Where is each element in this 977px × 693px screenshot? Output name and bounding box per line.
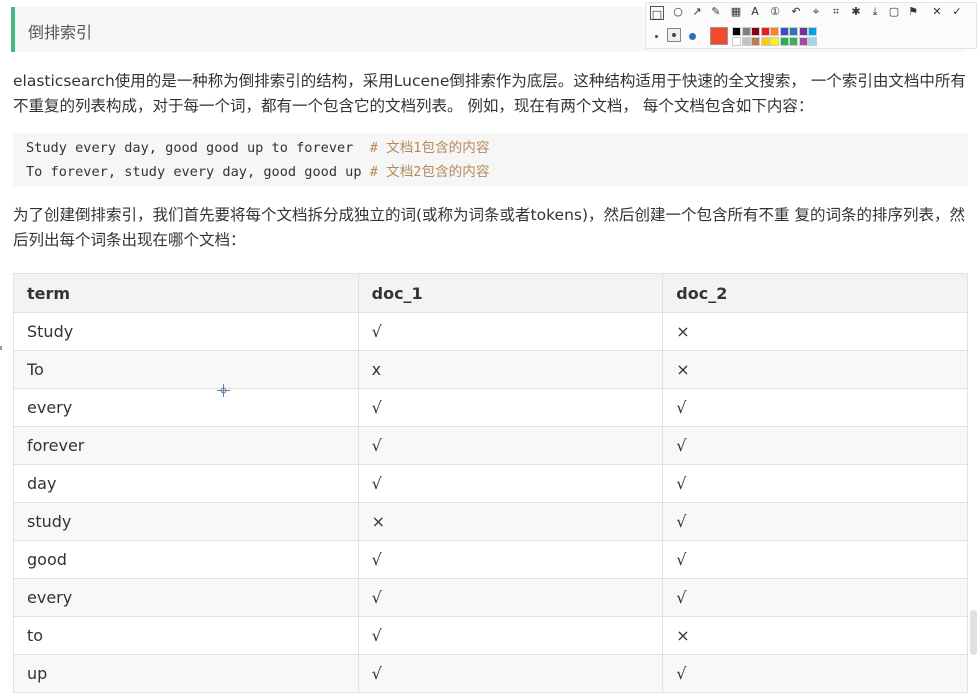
doc2-cell: √ (662, 464, 968, 503)
screenshot-toolbar: □ ○ ↗ ✎ ▦ A ① ↶ ⌖ ⌗ ✱ ⤓ ▢ ⚑ ✕ ✓ (645, 2, 977, 49)
doc2-cell: √ (662, 578, 968, 617)
inverted-index-table: term doc_1 doc_2 Study √ × To x × every √ √ forev… (13, 273, 968, 693)
term-cell: To (13, 350, 359, 389)
table-row: to √ × (13, 616, 968, 655)
table-row: Study √ × (13, 312, 968, 351)
selected-color-swatch[interactable] (710, 27, 728, 45)
mosaic-icon[interactable]: ▦ (728, 4, 744, 20)
palette-swatch[interactable] (732, 27, 741, 36)
doc1-cell: x (357, 350, 664, 389)
doc1-cell: × (357, 502, 664, 541)
table-row: To x × (13, 350, 968, 389)
term-cell: day (13, 464, 359, 503)
table-row: every √ √ (13, 578, 968, 617)
scrollbar-handle[interactable] (970, 610, 977, 655)
doc1-cell: √ (357, 654, 664, 693)
code-block: Study every day, good good up to forever… (13, 133, 968, 186)
term-cell: to (13, 616, 359, 655)
palette-swatch[interactable] (760, 27, 770, 36)
rectangle-icon[interactable]: □ (650, 6, 664, 21)
palette-swatch[interactable] (808, 27, 817, 36)
code-comment: # 文档1包含的内容 (369, 140, 490, 156)
ocr-icon[interactable]: ⌗ (828, 4, 844, 20)
doc1-cell: √ (357, 616, 664, 655)
doc1-cell: √ (357, 464, 664, 503)
code-line: To forever, study every day, good good u… (26, 160, 968, 184)
doc2-cell: √ (662, 426, 968, 465)
term-cell: study (13, 502, 359, 541)
palette-swatch[interactable] (770, 27, 779, 36)
copy-icon[interactable]: ▢ (886, 4, 902, 20)
palette-swatch[interactable] (751, 27, 760, 36)
term-cell: every (13, 578, 359, 617)
doc2-cell: × (662, 312, 968, 351)
term-cell: every (13, 388, 359, 427)
header-term: term (13, 273, 359, 313)
palette-swatch[interactable] (779, 37, 789, 46)
palette-swatch[interactable] (808, 37, 817, 46)
palette-swatch[interactable] (760, 37, 770, 46)
term-cell: up (13, 654, 359, 693)
left-edge-marker (0, 346, 2, 350)
table-row: up √ √ (13, 654, 968, 693)
term-cell: good (13, 540, 359, 579)
code-line: Study every day, good good up to forever… (26, 136, 968, 160)
header-doc1: doc_1 (357, 273, 664, 313)
arrow-icon[interactable]: ↗ (689, 4, 705, 20)
table-row: forever √ √ (13, 426, 968, 465)
second-paragraph: 为了创建倒排索引，我们首先要将每个文档拆分成独立的词(或称为词条或者tokens… (13, 206, 965, 249)
number-icon[interactable]: ① (767, 4, 783, 20)
small-brush-dot[interactable] (655, 35, 658, 38)
palette-swatch[interactable] (770, 37, 779, 46)
palette-swatch[interactable] (798, 37, 808, 46)
doc2-cell: √ (662, 502, 968, 541)
palette-swatch[interactable] (789, 27, 798, 36)
ellipse-icon[interactable]: ○ (670, 4, 686, 20)
save-icon[interactable]: ⤓ (867, 4, 883, 20)
code-text: Study every day, good good up to forever (26, 140, 370, 156)
doc2-cell: × (662, 350, 968, 389)
doc1-cell: √ (357, 426, 664, 465)
table-row: every √ √ (13, 388, 968, 427)
palette-swatch[interactable] (732, 37, 741, 46)
large-brush-dot[interactable] (689, 33, 696, 40)
doc1-cell: √ (357, 578, 664, 617)
table-row: study × √ (13, 502, 968, 541)
palette-swatch[interactable] (798, 27, 808, 36)
stick-icon[interactable]: ✱ (848, 4, 864, 20)
pen-icon[interactable]: ✎ (708, 4, 724, 20)
doc2-cell: √ (662, 388, 968, 427)
palette-swatch[interactable] (741, 27, 751, 36)
doc1-cell: √ (357, 312, 664, 351)
term-cell: Study (13, 312, 359, 351)
confirm-icon[interactable]: ✓ (949, 4, 965, 20)
close-icon[interactable]: ✕ (929, 4, 945, 20)
code-text: To forever, study every day, good good u… (26, 164, 370, 180)
intro-paragraph: elasticsearch使用的是一种称为倒排索引的结构，采用Lucene倒排索… (13, 72, 966, 115)
palette-swatch[interactable] (741, 37, 751, 46)
palette-swatch[interactable] (789, 37, 798, 46)
table-row: good √ √ (13, 540, 968, 579)
doc2-cell: × (662, 616, 968, 655)
header-doc2: doc_2 (662, 273, 968, 313)
palette-swatch[interactable] (751, 37, 760, 46)
heading-text: 倒排索引 (28, 23, 93, 42)
undo-icon[interactable]: ↶ (788, 4, 804, 20)
term-cell: forever (13, 426, 359, 465)
table-row: day √ √ (13, 464, 968, 503)
medium-brush-size[interactable] (667, 28, 681, 42)
table-header-row: term doc_1 doc_2 (13, 273, 968, 313)
palette-swatch[interactable] (779, 27, 789, 36)
doc1-cell: √ (357, 388, 664, 427)
code-comment: # 文档2包含的内容 (369, 164, 490, 180)
doc1-cell: √ (357, 540, 664, 579)
bookmark-icon[interactable]: ⚑ (905, 4, 921, 20)
doc2-cell: √ (662, 540, 968, 579)
doc2-cell: √ (662, 654, 968, 693)
crosshair-cursor-icon (217, 384, 230, 397)
text-icon[interactable]: A (747, 4, 763, 20)
pin-icon[interactable]: ⌖ (808, 4, 824, 20)
